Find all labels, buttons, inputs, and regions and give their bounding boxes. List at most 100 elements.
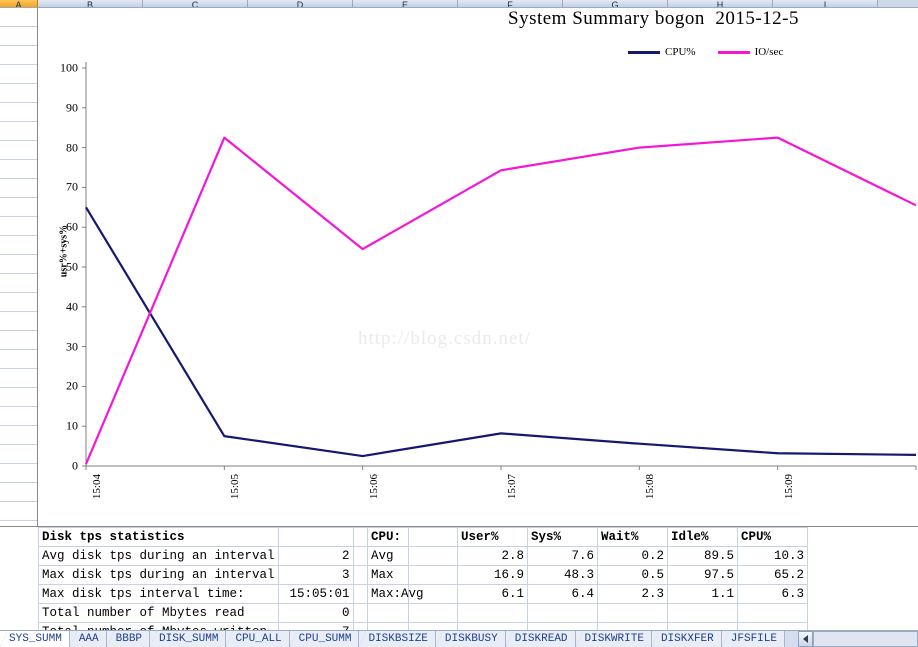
cpu-row-value: 48.3 <box>527 565 598 585</box>
sheet-tab-diskbusy[interactable]: DISKBUSY <box>435 631 506 647</box>
table-row[interactable]: Total number of Mbytes read 0 <box>38 603 409 623</box>
sheet-tab-bbbp[interactable]: BBBP <box>106 631 151 647</box>
spreadsheet-cell[interactable] <box>0 502 37 521</box>
cpu-row-value: 2.8 <box>457 546 528 566</box>
column-header-f[interactable]: F <box>458 0 563 7</box>
spreadsheet-cell[interactable] <box>0 331 37 350</box>
column-header-g[interactable]: G <box>563 0 668 7</box>
watermark-text: http://blog.csdn.net/ <box>358 328 531 349</box>
spreadsheet-cell[interactable] <box>0 27 37 46</box>
spreadsheet-cell[interactable] <box>0 236 37 255</box>
column-header-b[interactable]: B <box>38 0 143 7</box>
spreadsheet-cell[interactable] <box>0 8 37 27</box>
sheet-tab-diskread[interactable]: DISKREAD <box>505 631 576 647</box>
y-tick-label: 100 <box>60 60 78 75</box>
table-row[interactable]: Max disk tps during an interval 3 <box>38 565 409 585</box>
sheet-tab-diskbsize[interactable]: DISKBSIZE <box>359 631 436 647</box>
sheet-tabs[interactable]: SYS_SUMM AAA BBBP DISK_SUMM CPU_ALL CPU_SUMM D… <box>0 631 785 647</box>
table-row[interactable]: Max disk tps interval time: 15:05:01 <box>38 584 409 604</box>
table-cell[interactable] <box>277 527 354 547</box>
sheet-tab-jfsfile[interactable]: JFSFILE <box>721 631 785 647</box>
spreadsheet-cell[interactable] <box>0 312 37 331</box>
table-cell[interactable] <box>457 603 528 623</box>
spreadsheet-cell[interactable] <box>0 65 37 84</box>
column-header-label: F <box>507 0 513 8</box>
column-header-i[interactable]: I <box>773 0 878 7</box>
column-header-label: H <box>716 0 724 8</box>
horizontal-scrollbar[interactable] <box>798 631 918 647</box>
table-row[interactable]: Max 16.9 48.3 0.5 97.5 65.2 <box>367 565 808 585</box>
sheet-tab-label: DISKXFER <box>660 633 714 645</box>
column-header-label: E <box>401 0 409 8</box>
spreadsheet-cell[interactable] <box>0 255 37 274</box>
spreadsheet-cell[interactable] <box>0 84 37 103</box>
spreadsheet-empty-column[interactable] <box>0 8 38 540</box>
column-header-d[interactable]: D <box>248 0 353 7</box>
y-tick-label: 10 <box>66 418 78 433</box>
spreadsheet-cell[interactable] <box>0 350 37 369</box>
spreadsheet-cell[interactable] <box>0 160 37 179</box>
cpu-row-value: 0.5 <box>597 565 668 585</box>
column-header-e[interactable]: E <box>353 0 458 7</box>
y-tick-label: 40 <box>66 299 78 314</box>
cpu-table-header: CPU: <box>367 527 458 547</box>
table-cell[interactable] <box>367 603 458 623</box>
cpu-row-value: 7.6 <box>527 546 598 566</box>
cpu-statistics-table[interactable]: CPU: User% Sys% Wait% Idle% CPU% Avg 2.8 7.6 0.2 8… <box>367 527 808 642</box>
cpu-table-header: Idle% <box>667 527 738 547</box>
spreadsheet-cell[interactable] <box>0 46 37 65</box>
sheet-tab-label: DISKBUSY <box>444 633 498 645</box>
column-header-label: I <box>823 0 827 8</box>
sheet-tab-aaa[interactable]: AAA <box>69 631 107 647</box>
sheet-tab-diskxfer[interactable]: DISKXFER <box>651 631 722 647</box>
spreadsheet-cell[interactable] <box>0 388 37 407</box>
cpu-row-value: 16.9 <box>457 565 528 585</box>
spreadsheet-cell[interactable] <box>0 179 37 198</box>
spreadsheet-cell[interactable] <box>0 103 37 122</box>
sheet-tab-diskwrite[interactable]: DISKWRITE <box>575 631 652 647</box>
table-row[interactable]: Disk tps statistics <box>38 527 409 547</box>
table-cell[interactable] <box>667 603 738 623</box>
spreadsheet-cell[interactable] <box>0 407 37 426</box>
column-header-label: D <box>296 0 304 8</box>
y-tick-label: 50 <box>66 259 78 274</box>
column-header-h[interactable]: H <box>668 0 773 7</box>
cpu-row-value: 6.1 <box>457 584 528 604</box>
table-row[interactable] <box>367 603 808 623</box>
summary-tables: Disk tps statistics Avg disk tps during a… <box>0 526 918 642</box>
sheet-tab-sys_summ[interactable]: SYS_SUMM <box>0 631 70 647</box>
cpu-row-value: 6.3 <box>737 584 808 604</box>
disk-tps-statistics-table[interactable]: Disk tps statistics Avg disk tps during a… <box>38 527 409 642</box>
disk-stat-value: 0 <box>277 603 354 623</box>
table-cell[interactable] <box>737 603 808 623</box>
table-cell[interactable] <box>597 603 668 623</box>
table-row[interactable]: CPU: User% Sys% Wait% Idle% CPU% <box>367 527 808 547</box>
spreadsheet-cell[interactable] <box>0 293 37 312</box>
table-row[interactable]: Avg disk tps during an interval 2 <box>38 546 409 566</box>
x-tick-label: 15:09 <box>782 474 795 500</box>
spreadsheet-cell[interactable] <box>0 122 37 141</box>
spreadsheet-cell[interactable] <box>0 369 37 388</box>
table-row[interactable]: Max:Avg 6.1 6.4 2.3 1.1 6.3 <box>367 584 808 604</box>
spreadsheet-cell[interactable] <box>0 274 37 293</box>
column-header-a[interactable]: A <box>0 0 38 7</box>
table-row[interactable]: Avg 2.8 7.6 0.2 89.5 10.3 <box>367 546 808 566</box>
spreadsheet-cell[interactable] <box>0 217 37 236</box>
spreadsheet-cell[interactable] <box>0 445 37 464</box>
scroll-left-button[interactable] <box>798 631 813 647</box>
disk-stat-value: 15:05:01 <box>277 584 354 604</box>
sheet-tab-bar[interactable]: SYS_SUMM AAA BBBP DISK_SUMM CPU_ALL CPU_SUMM D… <box>0 630 918 647</box>
spreadsheet-cell[interactable] <box>0 464 37 483</box>
spreadsheet-cell[interactable] <box>0 483 37 502</box>
sheet-tab-cpu_all[interactable]: CPU_ALL <box>226 631 290 647</box>
spreadsheet-cell[interactable] <box>0 141 37 160</box>
sheet-tab-cpu_summ[interactable]: CPU_SUMM <box>289 631 360 647</box>
table-cell[interactable] <box>527 603 598 623</box>
column-header-c[interactable]: C <box>143 0 248 7</box>
sheet-tab-disk_summ[interactable]: DISK_SUMM <box>150 631 227 647</box>
disk-stat-label: Total number of Mbytes read <box>38 603 279 623</box>
system-summary-chart[interactable]: System Summary bogon 2015-12-5 CPU% IO/se… <box>38 8 918 526</box>
spreadsheet-cell[interactable] <box>0 426 37 445</box>
scroll-track[interactable] <box>813 631 918 647</box>
spreadsheet-cell[interactable] <box>0 198 37 217</box>
